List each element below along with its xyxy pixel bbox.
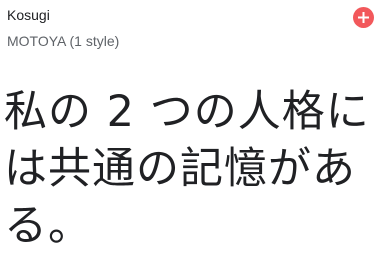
font-card[interactable]: Kosugi MOTOYA (1 style) 私の 2 つの人格には共通の記憶… <box>0 0 388 251</box>
sample-text[interactable]: 私の 2 つの人格には共通の記憶がある。 <box>4 84 384 255</box>
font-designer-styles: MOTOYA (1 style) <box>7 33 120 49</box>
add-font-button[interactable] <box>353 7 374 28</box>
plus-icon <box>358 12 369 23</box>
font-name[interactable]: Kosugi <box>7 7 50 23</box>
